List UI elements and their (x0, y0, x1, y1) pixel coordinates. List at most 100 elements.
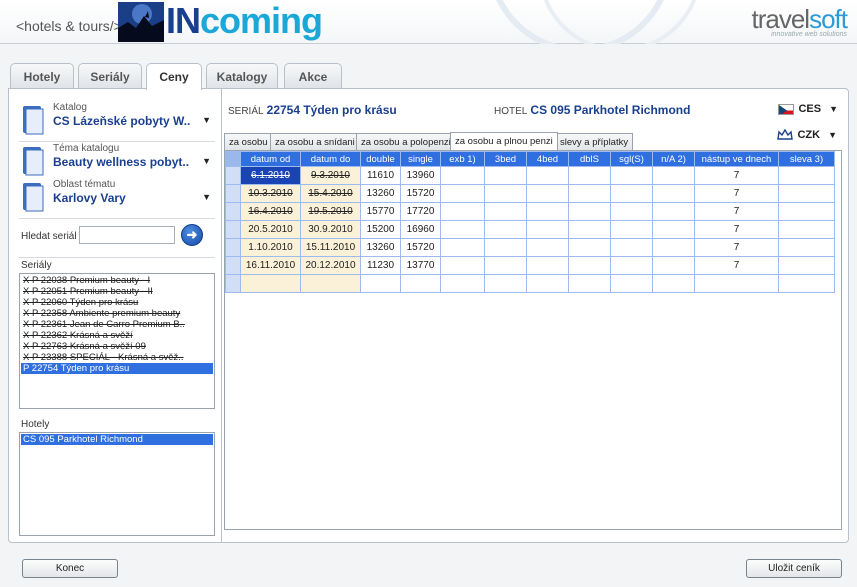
chevron-down-icon[interactable]: ▼ (202, 115, 211, 125)
table-cell[interactable]: 13260 (360, 184, 401, 203)
list-item[interactable]: X P 23388 SPECIÁL - Krásná a svěž.. (21, 352, 213, 363)
theme-select[interactable]: Téma katalogu Beauty wellness pobyt.. ▼ (19, 142, 215, 178)
table-cell[interactable]: 13960 (400, 166, 441, 185)
table-cell[interactable] (440, 256, 485, 275)
subtab-per-person[interactable]: za osobu (224, 133, 273, 150)
column-header[interactable]: nástup ve dnech (694, 151, 779, 167)
subtab-discounts[interactable]: slevy a příplatky (555, 133, 634, 150)
table-cell[interactable]: 1.10.2010 (240, 238, 301, 257)
table-cell[interactable] (568, 166, 611, 185)
table-cell[interactable] (526, 220, 569, 239)
column-header[interactable]: n/A 2) (652, 151, 695, 167)
area-select[interactable]: Oblast tématu Karlovy Vary ▼ (19, 178, 215, 214)
table-cell[interactable] (484, 202, 527, 221)
list-item[interactable]: X P 22763 Krásná a svěží 09 (21, 341, 213, 352)
table-cell[interactable] (526, 184, 569, 203)
table-cell[interactable]: 16.4.2010 (240, 202, 301, 221)
table-cell[interactable] (300, 274, 361, 293)
table-cell[interactable] (610, 202, 653, 221)
tab-ceny[interactable]: Ceny (146, 63, 202, 90)
table-cell[interactable] (440, 220, 485, 239)
column-header[interactable]: datum do (300, 151, 361, 167)
currency-select[interactable]: CZK ▼ (777, 129, 837, 141)
table-cell[interactable] (526, 274, 569, 293)
table-cell[interactable]: 20.5.2010 (240, 220, 301, 239)
table-cell[interactable]: 15200 (360, 220, 401, 239)
table-cell[interactable]: 15720 (400, 238, 441, 257)
list-item[interactable]: X P 22361 Jean de Carro Premium B.. (21, 319, 213, 330)
save-pricelist-button[interactable]: Uložit ceník (746, 559, 842, 578)
table-cell[interactable] (568, 220, 611, 239)
table-cell[interactable]: 7 (694, 220, 779, 239)
list-item[interactable]: X P 22051 Premium beauty - II (21, 286, 213, 297)
table-cell[interactable] (652, 202, 695, 221)
table-cell[interactable] (526, 256, 569, 275)
table-cell[interactable]: 13770 (400, 256, 441, 275)
column-header[interactable]: 4bed (526, 151, 569, 167)
table-cell[interactable] (778, 238, 835, 257)
table-row[interactable]: 6.1.2010 9.3.2010 11610 13960 7 (225, 166, 835, 185)
row-header[interactable] (225, 256, 241, 275)
table-cell[interactable] (652, 220, 695, 239)
column-header[interactable]: dblS (568, 151, 611, 167)
table-cell[interactable]: 15.4.2010 (300, 184, 361, 203)
table-row[interactable]: 16.11.2010 20.12.2010 11230 13770 7 (225, 256, 835, 275)
table-cell[interactable] (778, 220, 835, 239)
column-header[interactable]: datum od (240, 151, 301, 167)
column-header[interactable]: exb 1) (440, 151, 485, 167)
table-cell[interactable]: 11610 (360, 166, 401, 185)
table-cell[interactable] (440, 166, 485, 185)
table-cell[interactable]: 7 (694, 238, 779, 257)
table-cell[interactable] (778, 184, 835, 203)
table-cell[interactable]: 17720 (400, 202, 441, 221)
table-cell[interactable] (778, 256, 835, 275)
hotels-listbox[interactable]: CS 095 Parkhotel Richmond (19, 432, 215, 536)
language-select[interactable]: CES ▼ (778, 103, 838, 115)
table-cell[interactable] (610, 238, 653, 257)
table-cell[interactable]: 6.1.2010 (240, 166, 301, 185)
table-cell[interactable]: 11230 (360, 256, 401, 275)
table-cell[interactable] (610, 184, 653, 203)
table-cell[interactable] (526, 238, 569, 257)
column-header[interactable]: sleva 3) (778, 151, 835, 167)
search-input[interactable] (79, 226, 175, 244)
table-cell[interactable]: 15.11.2010 (300, 238, 361, 257)
table-cell[interactable] (652, 274, 695, 293)
subtab-half-board[interactable]: za osobu a polopenzi (356, 133, 456, 150)
table-row[interactable]: 16.4.2010 19.5.2010 15770 17720 7 (225, 202, 835, 221)
table-cell[interactable] (440, 238, 485, 257)
table-cell[interactable] (568, 202, 611, 221)
tab-akce[interactable]: Akce (284, 63, 342, 89)
column-header[interactable]: double (360, 151, 401, 167)
table-cell[interactable] (400, 274, 441, 293)
table-cell[interactable]: 30.9.2010 (300, 220, 361, 239)
table-cell[interactable] (440, 274, 485, 293)
table-cell[interactable] (484, 238, 527, 257)
subtab-full-board[interactable]: za osobu a plnou penzi (450, 132, 558, 150)
table-row[interactable] (225, 274, 835, 293)
row-header[interactable] (225, 238, 241, 257)
table-cell[interactable] (440, 184, 485, 203)
list-item-selected[interactable]: P 22754 Týden pro krásu (21, 363, 213, 374)
table-cell[interactable]: 7 (694, 166, 779, 185)
search-go-button[interactable]: ➜ (181, 224, 203, 246)
row-header[interactable] (225, 166, 241, 185)
table-cell[interactable] (240, 274, 301, 293)
tab-serialy[interactable]: Seriály (78, 63, 142, 89)
table-cell[interactable]: 16960 (400, 220, 441, 239)
table-cell[interactable] (526, 202, 569, 221)
catalog-select[interactable]: Katalog CS Lázeňské pobyty W.. ▼ (19, 101, 215, 137)
row-header[interactable] (225, 274, 241, 293)
table-cell[interactable] (610, 256, 653, 275)
table-cell[interactable] (568, 274, 611, 293)
close-button[interactable]: Konec (22, 559, 118, 578)
table-cell[interactable]: 10.3.2010 (240, 184, 301, 203)
row-header[interactable] (225, 184, 241, 203)
tab-hotely[interactable]: Hotely (10, 63, 74, 89)
list-item[interactable]: X P 22358 Ambiente premium beauty (21, 308, 213, 319)
table-cell[interactable]: 7 (694, 184, 779, 203)
table-cell[interactable]: 15720 (400, 184, 441, 203)
tab-katalogy[interactable]: Katalogy (206, 63, 278, 89)
table-cell[interactable] (526, 166, 569, 185)
chevron-down-icon[interactable]: ▼ (202, 192, 211, 202)
